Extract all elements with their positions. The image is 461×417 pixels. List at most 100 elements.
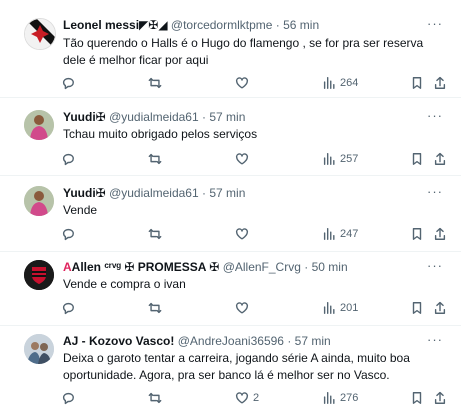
bookmark-button[interactable] <box>410 300 424 316</box>
avatar[interactable] <box>24 260 54 290</box>
share-button[interactable] <box>433 390 447 406</box>
bookmark-icon <box>412 392 422 404</box>
tweet-text: Vende <box>63 203 98 217</box>
share-button[interactable] <box>433 226 447 242</box>
views-chart-icon <box>323 153 335 165</box>
heart-icon <box>236 153 248 165</box>
like-button[interactable] <box>235 300 253 316</box>
retweet-icon <box>148 392 162 404</box>
share-icon <box>434 227 446 240</box>
share-icon <box>434 301 446 314</box>
like-button[interactable] <box>235 151 253 167</box>
heart-icon <box>236 228 248 240</box>
timestamp[interactable]: 56 min <box>283 18 319 32</box>
display-name[interactable]: Leonel messi <box>63 18 139 32</box>
reply-button[interactable] <box>61 75 79 91</box>
handle[interactable]: @yudialmeida61 <box>109 186 199 200</box>
timestamp[interactable]: 57 min <box>209 186 245 200</box>
reply-button[interactable] <box>61 151 79 167</box>
bookmark-button[interactable] <box>410 390 424 406</box>
handle[interactable]: @AllenF_Crvg <box>223 260 301 274</box>
views-button[interactable]: 247 <box>322 226 358 242</box>
reply-button[interactable] <box>61 300 79 316</box>
heart-icon <box>236 302 248 314</box>
heart-icon <box>236 77 248 89</box>
retweet-icon <box>148 228 162 240</box>
separator-dot: · <box>202 186 206 200</box>
tweet-2[interactable]: Yuudi✠ @yudialmeida61 · 57 min ··· Tchau… <box>0 98 461 176</box>
views-button[interactable]: 257 <box>322 151 358 167</box>
bookmark-icon <box>412 153 422 165</box>
reply-icon <box>62 77 74 90</box>
avatar[interactable] <box>24 334 54 364</box>
views-button[interactable]: 276 <box>322 390 358 406</box>
name-suffix: ◤✠◢ <box>139 18 168 32</box>
reply-button[interactable] <box>61 226 79 242</box>
name-suffix: ᶜʳᵛᵍ ✠ PROMESSA ✠ <box>104 260 220 274</box>
tweet-1[interactable]: Leonel messi◤✠◢ @torcedormlktpme · 56 mi… <box>0 0 461 98</box>
bookmark-icon <box>412 77 422 89</box>
timestamp[interactable]: 50 min <box>312 260 348 274</box>
tweet-text: Tchau muito obrigado pelos serviços <box>63 127 258 141</box>
retweet-button[interactable] <box>148 151 166 167</box>
reply-button[interactable] <box>61 390 79 406</box>
timestamp[interactable]: 57 min <box>209 110 245 124</box>
bookmark-button[interactable] <box>410 226 424 242</box>
name-badge: A <box>63 260 72 274</box>
timestamp[interactable]: 57 min <box>295 334 331 348</box>
tweet-3[interactable]: Yuudi✠ @yudialmeida61 · 57 min ··· Vende… <box>0 176 461 252</box>
player-photo-icon <box>24 110 54 140</box>
views-button[interactable]: 201 <box>322 300 358 316</box>
retweet-button[interactable] <box>148 390 166 406</box>
share-icon <box>434 76 446 89</box>
share-button[interactable] <box>433 75 447 91</box>
tweet-5[interactable]: AJ - Kozovo Vasco! @AndreJoani36596 · 57… <box>0 326 461 417</box>
display-name[interactable]: Yuudi <box>63 110 96 124</box>
tweet-text: Vende e compra o ivan <box>63 277 186 291</box>
separator-dot: · <box>275 18 280 32</box>
views-count: 201 <box>340 302 359 314</box>
more-icon[interactable]: ··· <box>427 259 443 272</box>
more-icon[interactable]: ··· <box>427 333 443 346</box>
name-suffix: ✠ <box>95 110 106 124</box>
avatar[interactable] <box>24 186 54 216</box>
like-button[interactable]: 2 <box>235 390 259 406</box>
tweet-actions: 201 <box>0 300 461 316</box>
separator-dot: · <box>202 110 206 124</box>
tweet-header: Yuudi✠ @yudialmeida61 · 57 min <box>63 110 421 125</box>
avatar[interactable] <box>24 110 54 140</box>
share-icon <box>434 152 446 165</box>
tweet-text: Tão querendo o Halls é o Hugo do flameng… <box>63 36 424 67</box>
retweet-button[interactable] <box>148 226 166 242</box>
views-count: 247 <box>340 228 359 240</box>
like-button[interactable] <box>235 226 253 242</box>
retweet-button[interactable] <box>148 75 166 91</box>
views-count: 257 <box>340 153 359 165</box>
like-count: 2 <box>253 392 260 404</box>
views-button[interactable]: 264 <box>322 75 358 91</box>
more-icon[interactable]: ··· <box>427 109 443 122</box>
handle[interactable]: @yudialmeida61 <box>109 110 199 124</box>
tweet-actions: 2 276 <box>0 390 461 406</box>
display-name[interactable]: Yuudi <box>63 186 96 200</box>
tweet-header: AJ - Kozovo Vasco! @AndreJoani36596 · 57… <box>63 334 421 349</box>
views-count: 264 <box>340 77 359 89</box>
bookmark-button[interactable] <box>410 75 424 91</box>
more-icon[interactable]: ··· <box>427 185 443 198</box>
avatar[interactable] <box>24 18 56 50</box>
bookmark-icon <box>412 228 422 240</box>
bookmark-button[interactable] <box>410 151 424 167</box>
display-name[interactable]: Allen <box>72 260 101 274</box>
retweet-icon <box>148 77 162 89</box>
like-button[interactable] <box>235 75 253 91</box>
retweet-button[interactable] <box>148 300 166 316</box>
tweet-4[interactable]: AAllen ᶜʳᵛᵍ ✠ PROMESSA ✠ @AllenF_Crvg · … <box>0 252 461 326</box>
handle[interactable]: @torcedormlktpme <box>171 18 273 32</box>
share-button[interactable] <box>433 300 447 316</box>
more-icon[interactable]: ··· <box>427 17 443 30</box>
heart-icon <box>236 392 248 404</box>
display-name[interactable]: AJ - Kozovo Vasco! <box>63 334 174 348</box>
name-suffix: ✠ <box>95 186 106 200</box>
share-button[interactable] <box>433 151 447 167</box>
handle[interactable]: @AndreJoani36596 <box>178 334 284 348</box>
